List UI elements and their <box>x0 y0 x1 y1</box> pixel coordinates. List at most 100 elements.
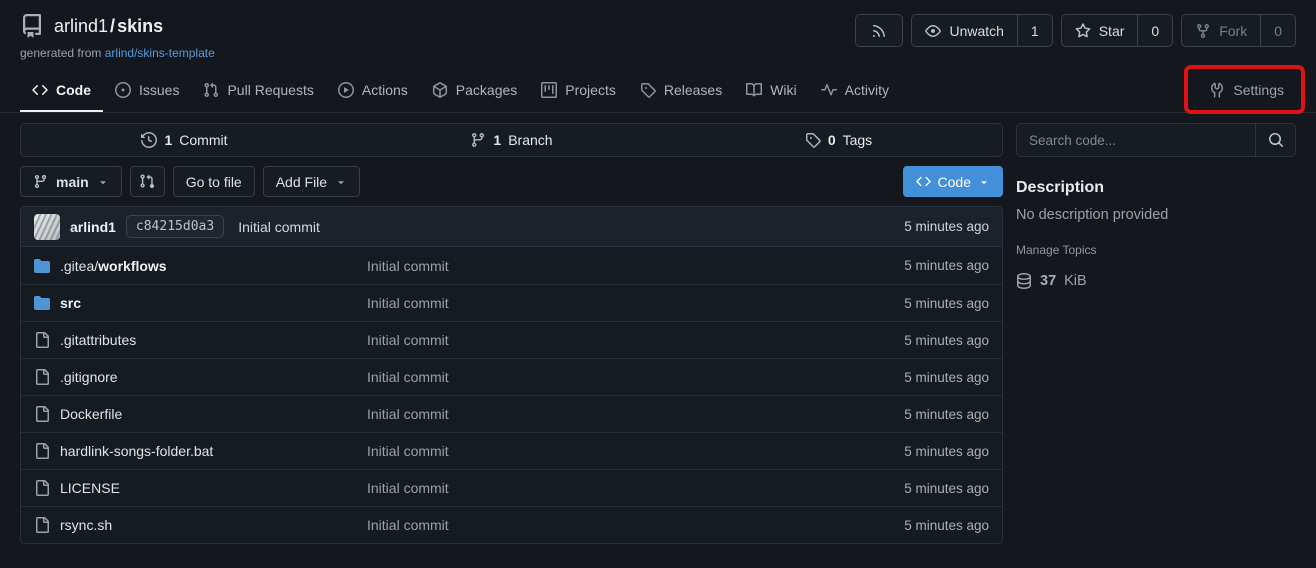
file-commit-message[interactable]: Initial commit <box>367 332 852 348</box>
file-commit-message[interactable]: Initial commit <box>367 295 852 311</box>
table-row[interactable]: .gitattributes Initial commit 5 minutes … <box>21 321 1002 358</box>
compare-button[interactable] <box>130 166 165 197</box>
file-commit-time: 5 minutes ago <box>852 518 1002 533</box>
pull-request-icon <box>203 82 219 98</box>
file-name-link[interactable]: LICENSE <box>60 480 120 496</box>
table-row[interactable]: hardlink-songs-folder.bat Initial commit… <box>21 432 1002 469</box>
commit-author-link[interactable]: arlind1 <box>70 219 116 235</box>
git-branch-icon <box>33 174 48 189</box>
chevron-down-icon <box>335 176 347 188</box>
file-commit-time: 5 minutes ago <box>852 481 1002 496</box>
table-row[interactable]: .gitea/workflows Initial commit 5 minute… <box>21 247 1002 284</box>
tab-code[interactable]: Code <box>20 72 103 112</box>
star-icon <box>1075 23 1091 39</box>
tab-issues[interactable]: Issues <box>103 72 191 112</box>
table-row[interactable]: Dockerfile Initial commit 5 minutes ago <box>21 395 1002 432</box>
description-title: Description <box>1016 179 1296 197</box>
table-row[interactable]: .gitignore Initial commit 5 minutes ago <box>21 358 1002 395</box>
database-icon <box>1016 273 1032 289</box>
book-icon <box>746 82 762 98</box>
fork-button[interactable]: Fork <box>1182 15 1260 46</box>
tab-activity[interactable]: Activity <box>809 72 901 112</box>
settings-tab-wrap: Settings <box>1197 72 1296 112</box>
commit-message-link[interactable]: Initial commit <box>238 219 320 235</box>
manage-topics-link[interactable]: Manage Topics <box>1016 243 1296 257</box>
branches-stat[interactable]: 1 Branch <box>348 124 675 156</box>
go-to-file-button[interactable]: Go to file <box>173 166 255 197</box>
watchers-count[interactable]: 1 <box>1017 15 1052 46</box>
tools-icon <box>1209 82 1225 98</box>
tag-icon <box>640 82 656 98</box>
search-button[interactable] <box>1255 124 1295 156</box>
table-row[interactable]: LICENSE Initial commit 5 minutes ago <box>21 469 1002 506</box>
branch-selector[interactable]: main <box>20 166 122 197</box>
file-commit-time: 5 minutes ago <box>852 407 1002 422</box>
search-input[interactable] <box>1017 124 1255 156</box>
template-repo-link[interactable]: arlind/skins-template <box>105 46 215 60</box>
file-icon <box>34 369 50 385</box>
tab-actions[interactable]: Actions <box>326 72 420 112</box>
file-commit-message[interactable]: Initial commit <box>367 443 852 459</box>
file-commit-message[interactable]: Initial commit <box>367 517 852 533</box>
chevron-down-icon <box>978 176 990 188</box>
file-commit-time: 5 minutes ago <box>852 296 1002 311</box>
code-icon <box>32 82 48 98</box>
file-name-link[interactable]: .gitignore <box>60 369 118 385</box>
star-button[interactable]: Star <box>1062 15 1138 46</box>
avatar[interactable] <box>34 214 60 240</box>
file-name-link[interactable]: .gitattributes <box>60 332 136 348</box>
forks-count[interactable]: 0 <box>1260 15 1295 46</box>
add-file-button[interactable]: Add File <box>263 166 360 197</box>
fork-icon <box>1195 23 1211 39</box>
commit-time: 5 minutes ago <box>904 219 989 234</box>
pulse-icon <box>821 82 837 98</box>
file-name-link[interactable]: rsync.sh <box>60 517 112 533</box>
main-column: 1 Commit 1 Branch 0 Tags main <box>20 123 1003 544</box>
file-commit-time: 5 minutes ago <box>852 333 1002 348</box>
file-commit-message[interactable]: Initial commit <box>367 406 852 422</box>
file-commit-message[interactable]: Initial commit <box>367 369 852 385</box>
tab-releases[interactable]: Releases <box>628 72 734 112</box>
commit-hash-link[interactable]: c84215d0a3 <box>126 215 224 238</box>
file-commit-time: 5 minutes ago <box>852 370 1002 385</box>
code-download-button[interactable]: Code <box>903 166 1003 197</box>
file-table: arlind1 c84215d0a3 Initial commit 5 minu… <box>20 206 1003 544</box>
project-icon <box>541 82 557 98</box>
repo-tab-nav: Code Issues Pull Requests Actions Packag… <box>0 72 1316 113</box>
tab-packages[interactable]: Packages <box>420 72 529 112</box>
rss-button[interactable] <box>855 14 903 47</box>
repo-toolbar: main Go to file Add File Code <box>20 166 1003 197</box>
generated-from: generated from arlind/skins-template <box>20 46 215 60</box>
file-name-link[interactable]: src <box>60 295 81 311</box>
repo-stats-bar: 1 Commit 1 Branch 0 Tags <box>20 123 1003 157</box>
table-row[interactable]: src Initial commit 5 minutes ago <box>21 284 1002 321</box>
file-commit-message[interactable]: Initial commit <box>367 480 852 496</box>
unwatch-button[interactable]: Unwatch <box>912 15 1016 46</box>
file-commit-message[interactable]: Initial commit <box>367 258 852 274</box>
package-icon <box>432 82 448 98</box>
tab-pull-requests[interactable]: Pull Requests <box>191 72 325 112</box>
repo-size: 37 KiB <box>1016 273 1296 289</box>
file-name-link[interactable]: .gitea/workflows <box>60 258 167 274</box>
file-commit-time: 5 minutes ago <box>852 258 1002 273</box>
file-name-link[interactable]: Dockerfile <box>60 406 122 422</box>
chevron-down-icon <box>97 176 109 188</box>
tab-projects[interactable]: Projects <box>529 72 628 112</box>
folder-icon <box>34 258 50 274</box>
commits-stat[interactable]: 1 Commit <box>21 124 348 156</box>
issue-icon <box>115 82 131 98</box>
content: 1 Commit 1 Branch 0 Tags main <box>0 113 1316 544</box>
git-branch-icon <box>470 132 486 148</box>
tab-settings[interactable]: Settings <box>1197 72 1296 112</box>
repo-name-link[interactable]: skins <box>117 16 163 36</box>
stars-count[interactable]: 0 <box>1137 15 1172 46</box>
history-icon <box>141 132 157 148</box>
repo-owner-link[interactable]: arlind1 <box>54 16 108 36</box>
watch-button-group: Unwatch 1 <box>911 14 1052 47</box>
page-title: arlind1/skins <box>54 16 163 37</box>
file-name-link[interactable]: hardlink-songs-folder.bat <box>60 443 213 459</box>
table-row[interactable]: rsync.sh Initial commit 5 minutes ago <box>21 506 1002 543</box>
fork-button-group: Fork 0 <box>1181 14 1296 47</box>
tab-wiki[interactable]: Wiki <box>734 72 808 112</box>
tags-stat[interactable]: 0 Tags <box>675 124 1002 156</box>
